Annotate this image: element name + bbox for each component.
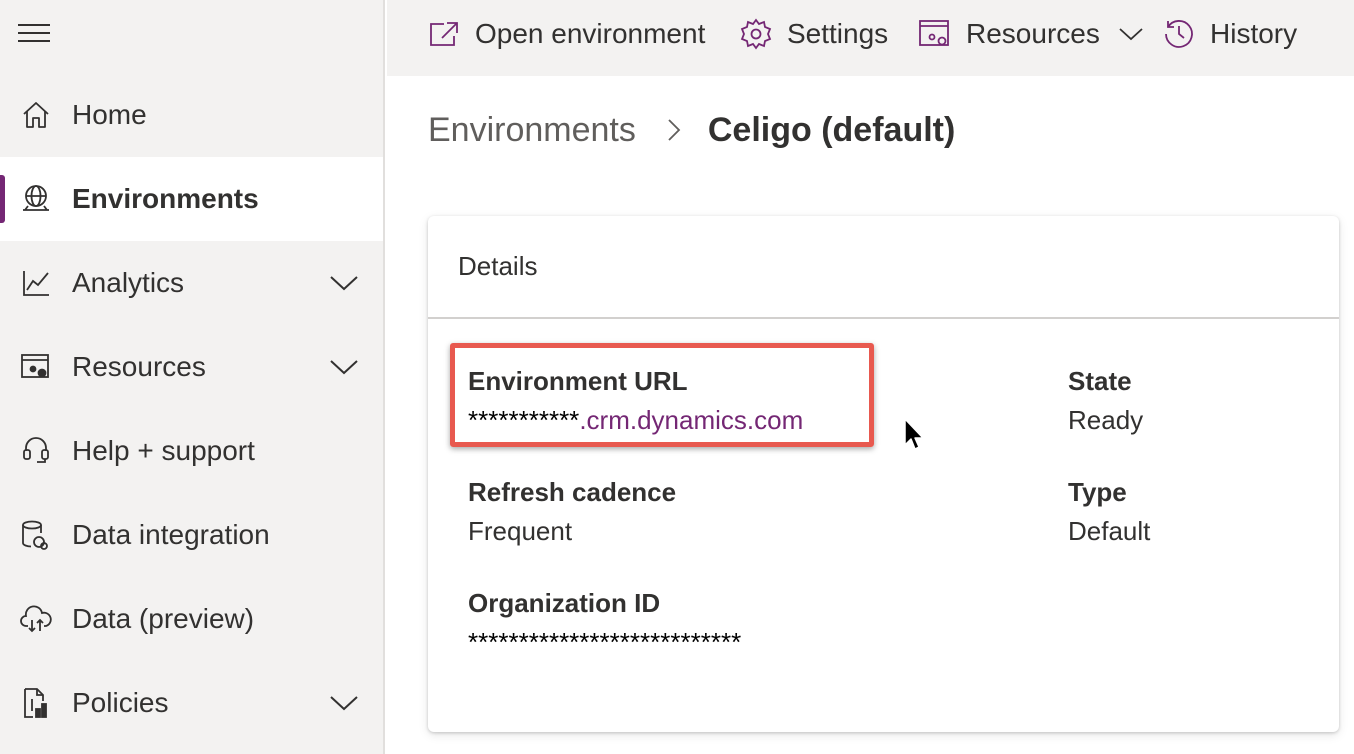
history-label: History — [1210, 18, 1298, 49]
chevron-down-icon[interactable] — [329, 693, 359, 713]
open-external-icon — [427, 17, 461, 51]
resources-label: Resources — [966, 18, 1100, 49]
organization-id-value: *************************** — [468, 627, 742, 657]
sidebar-item-data-integration[interactable]: Data integration — [0, 493, 383, 577]
policies-icon — [20, 687, 52, 719]
type-field: Type Default — [1068, 477, 1150, 547]
power-platform-admin-center: Home Environments Analytics Resources He… — [0, 0, 1354, 754]
sidebar-item-data-preview[interactable]: Data (preview) — [0, 577, 383, 661]
resources-icon — [918, 17, 952, 51]
resources-icon — [20, 351, 52, 383]
data-integration-icon — [20, 519, 52, 551]
sidebar-item-label: Help + support — [72, 435, 255, 466]
masked-url-prefix: *********** — [468, 405, 580, 435]
environment-url-link[interactable]: .crm.dynamics.com — [579, 405, 803, 435]
state-label: State — [1068, 366, 1132, 396]
left-navigation: Home Environments Analytics Resources He… — [0, 0, 385, 754]
type-label: Type — [1068, 477, 1127, 507]
mouse-cursor-icon — [904, 418, 924, 450]
sidebar-item-label: Policies — [72, 687, 169, 718]
home-icon — [20, 99, 52, 131]
cloud-data-icon — [20, 603, 52, 635]
chevron-down-icon — [1119, 28, 1143, 41]
breadcrumb: Environments Celigo (default) — [428, 108, 955, 152]
hamburger-menu-icon[interactable] — [18, 22, 50, 44]
open-environment-label: Open environment — [475, 18, 706, 49]
sidebar-item-policies[interactable]: Policies — [0, 661, 383, 745]
settings-label: Settings — [787, 18, 889, 49]
refresh-cadence-label: Refresh cadence — [468, 477, 677, 507]
gear-icon — [739, 17, 773, 51]
sidebar-item-resources[interactable]: Resources — [0, 325, 383, 409]
breadcrumb-environments-link[interactable]: Environments — [428, 111, 636, 150]
state-value: Ready — [1068, 405, 1144, 435]
sidebar-item-analytics[interactable]: Analytics — [0, 241, 383, 325]
environment-url-field: Environment URL ***********.crm.dynamics… — [468, 366, 803, 436]
sidebar-item-label: Data (preview) — [72, 603, 255, 634]
sidebar-item-label: Data integration — [72, 519, 270, 550]
sidebar-item-label: Home — [72, 99, 147, 130]
sidebar-item-label: Analytics — [72, 267, 185, 298]
refresh-cadence-value: Frequent — [468, 516, 573, 546]
environment-url-value: ***********.crm.dynamics.com — [468, 405, 803, 436]
sidebar-item-label: Resources — [72, 351, 206, 382]
environment-url-label: Environment URL — [468, 366, 688, 396]
organization-id-field: Organization ID ************************… — [468, 588, 741, 658]
command-bar: Open environment Settings Resources Hist… — [387, 0, 1354, 76]
history-icon — [1162, 17, 1196, 51]
chart-line-icon — [20, 267, 52, 299]
history-button[interactable]: History — [1162, 0, 1297, 68]
type-value: Default — [1068, 516, 1151, 546]
sidebar-item-home[interactable]: Home — [0, 73, 383, 157]
organization-id-label: Organization ID — [468, 588, 661, 618]
refresh-cadence-field: Refresh cadence Frequent — [468, 477, 676, 547]
details-title: Details — [458, 251, 538, 281]
headset-icon — [20, 435, 52, 467]
chevron-down-icon[interactable] — [329, 357, 359, 377]
chevron-right-icon — [668, 119, 681, 141]
details-card-header: Details — [428, 216, 1339, 319]
details-card: Details Environment URL ***********.crm.… — [428, 216, 1339, 732]
resources-menu-button[interactable]: Resources — [918, 0, 1144, 68]
globe-icon — [20, 183, 52, 215]
chevron-down-icon[interactable] — [329, 273, 359, 293]
open-environment-button[interactable]: Open environment — [427, 0, 705, 68]
state-field: State Ready — [1068, 366, 1143, 436]
sidebar-item-help-support[interactable]: Help + support — [0, 409, 383, 493]
page-title: Celigo (default) — [707, 110, 956, 149]
sidebar-item-label: Environments — [72, 183, 259, 214]
sidebar-item-environments[interactable]: Environments — [0, 157, 383, 241]
settings-button[interactable]: Settings — [739, 0, 888, 68]
